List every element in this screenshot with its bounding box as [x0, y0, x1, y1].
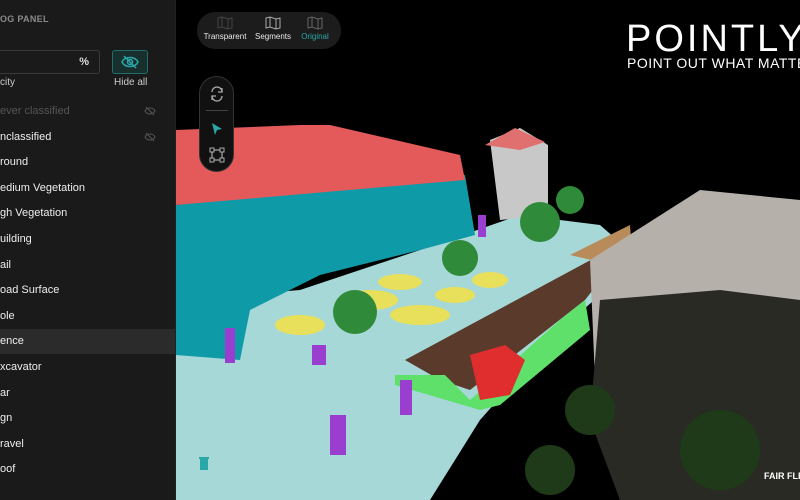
- class-item[interactable]: oof: [0, 457, 175, 482]
- class-item[interactable]: edium Vegetation: [0, 176, 175, 201]
- class-item[interactable]: gh Vegetation: [0, 201, 175, 226]
- class-label: gn: [0, 412, 13, 425]
- class-item[interactable]: uilding: [0, 227, 175, 252]
- map-icon: [217, 16, 233, 30]
- mode-transparent[interactable]: Transparent: [203, 16, 247, 41]
- class-label: xcavator: [0, 361, 42, 373]
- pointer-icon[interactable]: [211, 122, 223, 136]
- class-label: oad Surface: [0, 284, 60, 297]
- class-item[interactable]: gn: [0, 406, 175, 431]
- class-item[interactable]: ence: [0, 329, 175, 355]
- class-label: ence: [0, 335, 24, 348]
- class-label: ole: [0, 309, 15, 322]
- class-item[interactable]: nclassified: [0, 125, 175, 150]
- class-label: ar: [0, 386, 10, 399]
- opacity-label: city: [0, 77, 15, 88]
- eye-off-icon: [121, 55, 139, 69]
- panel-title: OG PANEL: [0, 14, 49, 24]
- opacity-unit: %: [79, 56, 89, 68]
- class-item[interactable]: round: [0, 150, 175, 175]
- class-label: ail: [0, 258, 12, 271]
- catalog-panel: OG PANEL % city Hide all ever classified…: [0, 0, 176, 500]
- opacity-input[interactable]: %: [0, 50, 100, 74]
- select-box-icon[interactable]: [209, 147, 225, 163]
- mode-segments[interactable]: Segments: [251, 16, 295, 41]
- class-label: gh Vegetation: [0, 207, 68, 220]
- brand-tagline: POINT OUT WHAT MATTER: [627, 55, 800, 71]
- mode-original[interactable]: Original: [293, 16, 337, 41]
- hide-all-label: Hide all: [114, 77, 148, 88]
- class-item[interactable]: ail: [0, 253, 175, 278]
- class-item[interactable]: ole: [0, 304, 175, 329]
- rotate-icon[interactable]: [209, 86, 225, 102]
- class-label: nclassified: [0, 130, 52, 143]
- hide-all-button[interactable]: [112, 50, 148, 74]
- map-icon: [307, 16, 323, 30]
- map-icon: [265, 16, 281, 30]
- eye-off-icon[interactable]: [144, 132, 156, 142]
- class-label: ever classified: [0, 105, 70, 117]
- class-item[interactable]: ar: [0, 381, 175, 406]
- class-item[interactable]: ever classified: [0, 99, 175, 124]
- partner-logo: FAIR FLE: [764, 471, 800, 481]
- class-item[interactable]: ravel: [0, 432, 175, 457]
- class-label: uilding: [0, 233, 32, 245]
- class-label: ravel: [0, 437, 24, 450]
- eye-off-icon[interactable]: [144, 106, 156, 116]
- trash-icon[interactable]: [198, 456, 210, 471]
- class-label: oof: [0, 463, 16, 476]
- class-item[interactable]: xcavator: [0, 355, 175, 380]
- class-item[interactable]: oad Surface: [0, 278, 175, 303]
- class-label: edium Vegetation: [0, 181, 86, 194]
- view-mode-switcher: Transparent Segments Original: [197, 12, 341, 49]
- tool-bar: [199, 76, 234, 172]
- divider: [206, 110, 228, 111]
- class-label: round: [0, 156, 29, 169]
